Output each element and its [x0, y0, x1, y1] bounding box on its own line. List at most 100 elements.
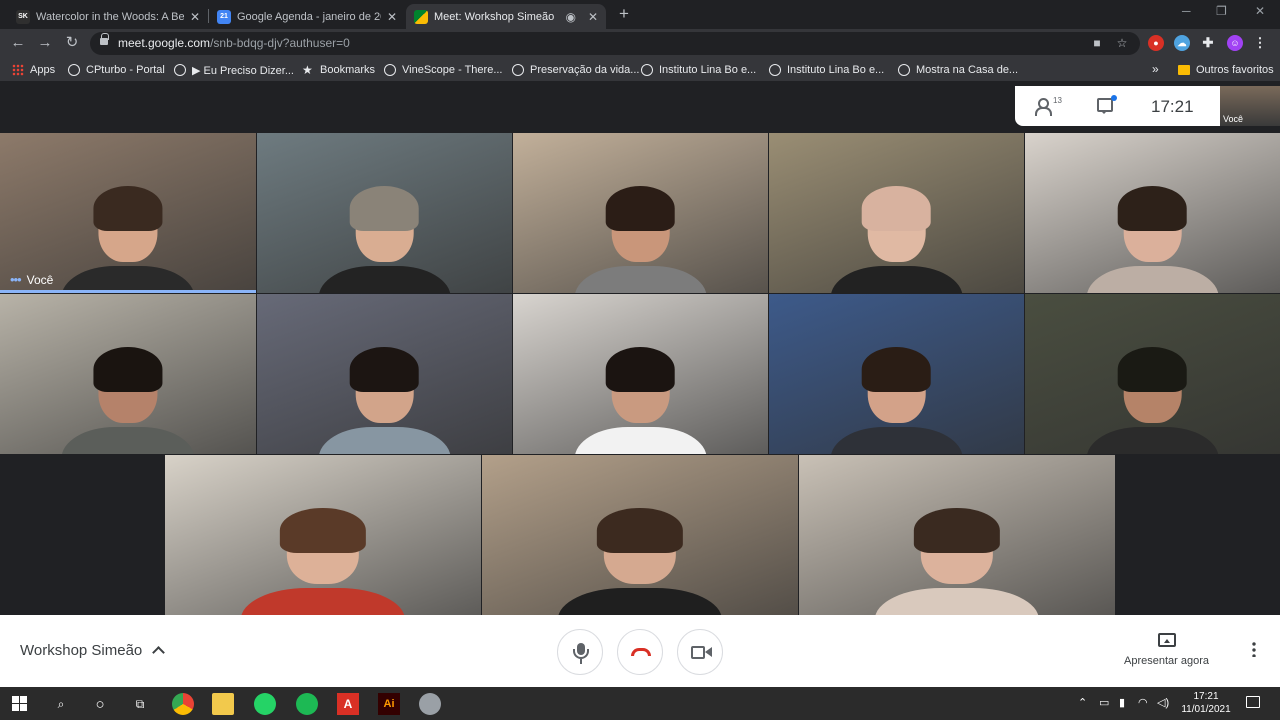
reload-icon[interactable]: ↻ [62, 33, 82, 53]
globe-icon [512, 64, 524, 76]
bookmark-outros-favoritos[interactable]: Outros favoritos [1178, 62, 1274, 78]
menu-icon[interactable]: ⋮ [1252, 35, 1268, 51]
participant-tile[interactable] [769, 133, 1024, 293]
wifi-icon[interactable]: ◠ [1138, 696, 1148, 709]
cortana-icon[interactable]: ○ [89, 693, 111, 715]
star-icon: ★ [302, 63, 313, 77]
participant-tile[interactable] [799, 455, 1115, 615]
tray-chevron-icon[interactable]: ⌃ [1078, 696, 1087, 709]
participant-body [1086, 265, 1219, 293]
maximize-icon[interactable]: ❐ [1216, 4, 1227, 18]
meeting-clock: 17:21 [1151, 97, 1194, 116]
participant-hair [350, 185, 419, 231]
participant-tile[interactable] [1025, 294, 1280, 454]
tab-watercolor[interactable]: SK Watercolor in the Woods: A Begi ✕ [8, 4, 208, 29]
windows-start-icon[interactable] [12, 696, 27, 711]
back-icon[interactable]: ← [8, 33, 28, 53]
participant-hair [280, 507, 366, 553]
call-controls-bar: Workshop Simeão Apresentar agora [0, 615, 1280, 687]
globe-icon [641, 64, 653, 76]
participant-tile[interactable] [257, 133, 512, 293]
camera-button[interactable] [677, 629, 723, 675]
microphone-foot [580, 659, 582, 664]
participant-hair [93, 346, 163, 392]
search-icon[interactable]: ⌕ [50, 693, 72, 715]
acrobat-icon[interactable]: A [337, 693, 359, 715]
chrome-icon[interactable] [172, 693, 194, 715]
extension-icon[interactable]: ● [1148, 35, 1164, 51]
participant-tile[interactable] [0, 294, 256, 454]
phone-hangup-icon [631, 648, 651, 656]
participant-tile[interactable] [257, 294, 512, 454]
windows-taskbar: ⌕ ○ ⧉ A Ai ⌃ ▭ ▮ ◠ ◁) 17:21 11/01/2021 [0, 687, 1280, 720]
profile-avatar[interactable]: ☺ [1227, 35, 1243, 51]
hang-up-button[interactable] [617, 629, 663, 675]
volume-icon[interactable]: ◁) [1157, 696, 1169, 709]
participant-tile[interactable] [482, 455, 798, 615]
present-screen-icon[interactable] [1158, 633, 1176, 647]
forward-icon[interactable]: → [35, 33, 55, 53]
app-icon[interactable] [419, 693, 441, 715]
participant-tile[interactable] [165, 455, 481, 615]
camera-indicator-icon[interactable]: ■ [1090, 36, 1104, 50]
participant-tile[interactable] [769, 294, 1024, 454]
microphone-button[interactable] [557, 629, 603, 675]
notification-icon[interactable] [1246, 696, 1260, 708]
cloud-extension-icon[interactable]: ☁ [1174, 35, 1190, 51]
taskbar-time: 17:21 [1193, 691, 1219, 702]
globe-icon [898, 64, 910, 76]
file-explorer-icon[interactable] [212, 693, 234, 715]
bookmark-cpturbo[interactable]: CPturbo - Portal [68, 62, 165, 78]
bookmark-vinescope[interactable]: VineScope - There... [384, 62, 503, 78]
new-tab-icon[interactable]: + [616, 4, 632, 24]
camera-icon [691, 646, 705, 659]
task-view-icon[interactable]: ⧉ [129, 693, 151, 715]
chat-icon[interactable] [1097, 98, 1113, 114]
illustrator-icon[interactable]: Ai [378, 693, 400, 715]
self-view-thumbnail[interactable]: Você [1220, 86, 1280, 126]
device-icon[interactable]: ▭ [1099, 696, 1109, 709]
bookmark-star-icon[interactable]: ☆ [1115, 36, 1129, 50]
chevron-up-icon[interactable] [152, 645, 164, 657]
participant-video [1086, 185, 1219, 293]
participant-body [318, 265, 451, 293]
participant-video [318, 346, 451, 454]
more-options-icon[interactable] [1252, 641, 1256, 657]
present-now-button[interactable]: Apresentar agora [1124, 655, 1209, 667]
tab-google-agenda[interactable]: 21 Google Agenda - janeiro de 2021 ✕ [209, 4, 405, 29]
participant-hair [1118, 185, 1187, 231]
bookmark-lina-bo-2[interactable]: Instituto Lina Bo e... [769, 62, 884, 78]
puzzle-icon[interactable]: ✚ [1200, 35, 1216, 51]
globe-icon [769, 64, 781, 76]
close-icon[interactable]: ✕ [387, 10, 397, 24]
participant-tile[interactable]: ••• Você [0, 133, 256, 293]
close-window-icon[interactable]: ✕ [1255, 4, 1265, 18]
whatsapp-icon[interactable] [254, 693, 276, 715]
bookmark-eu-preciso[interactable]: ▶ Eu Preciso Dizer... [174, 62, 294, 78]
address-bar[interactable]: meet.google.com/snb-bdqg-djv?authuser=0 … [90, 32, 1140, 55]
bookmark-bookmarks[interactable]: ★ Bookmarks [302, 62, 375, 78]
spotify-icon[interactable] [296, 693, 318, 715]
participant-tile[interactable] [513, 294, 768, 454]
usb-icon[interactable]: ▮ [1119, 696, 1125, 709]
bookmark-apps[interactable]: Apps [12, 62, 55, 78]
participant-body [1086, 426, 1219, 454]
meeting-name: Workshop Simeão [20, 642, 143, 659]
participant-tile[interactable] [513, 133, 768, 293]
bookmark-lina-bo-1[interactable]: Instituto Lina Bo e... [641, 62, 756, 78]
tab-title: Google Agenda - janeiro de 2021 [237, 10, 381, 23]
tab-meet[interactable]: Meet: Workshop Simeão ◉ ✕ [406, 4, 606, 29]
participant-tile[interactable] [1025, 133, 1280, 293]
minimize-icon[interactable]: ─ [1182, 4, 1191, 18]
participant-hair [606, 185, 675, 231]
people-icon[interactable] [1035, 98, 1055, 116]
close-icon[interactable]: ✕ [190, 10, 200, 24]
participant-name: Você [26, 272, 54, 287]
participant-body [240, 587, 406, 615]
bookmarks-overflow-icon[interactable]: » [1152, 62, 1159, 76]
close-icon[interactable]: ✕ [588, 10, 598, 24]
participant-body [557, 587, 723, 615]
bookmark-mostra[interactable]: Mostra na Casa de... [898, 62, 1018, 78]
taskbar-clock[interactable]: 17:21 11/01/2021 [1178, 690, 1234, 716]
bookmark-preservacao[interactable]: Preservação da vida... [512, 62, 639, 78]
